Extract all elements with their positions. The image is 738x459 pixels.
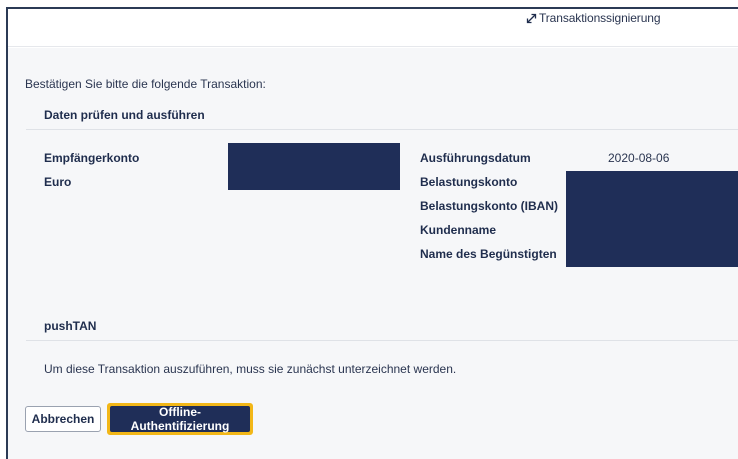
offline-authentication-button[interactable]: Offline-Authentifizierung bbox=[110, 405, 250, 433]
transaction-signing-link[interactable]: Transaktionssignierung bbox=[526, 11, 661, 25]
signing-note: Um diese Transaktion auszuführen, muss s… bbox=[44, 362, 457, 376]
customer-name-label: Kundenname bbox=[420, 223, 497, 237]
currency-label: Euro bbox=[44, 175, 72, 189]
redacted-account-block bbox=[566, 171, 738, 267]
recipient-account-label: Empfängerkonto bbox=[44, 151, 140, 165]
cancel-button[interactable]: Abbrechen bbox=[25, 406, 101, 432]
section-divider bbox=[26, 340, 738, 341]
dialog-body: Bestätigen Sie bitte die folgende Transa… bbox=[8, 48, 738, 459]
review-section-title: Daten prüfen und ausführen bbox=[44, 108, 205, 122]
transaction-dialog: Transaktionssignierung Bestätigen Sie bi… bbox=[6, 7, 738, 459]
execution-date-value: 2020-08-06 bbox=[608, 151, 670, 165]
pushtan-section-title: pushTAN bbox=[44, 319, 97, 333]
intro-text: Bestätigen Sie bitte die folgende Transa… bbox=[25, 77, 266, 91]
debit-iban-label: Belastungskonto (IBAN) bbox=[420, 199, 558, 213]
redacted-recipient-block bbox=[228, 143, 400, 190]
beneficiary-name-label: Name des Begünstigten bbox=[420, 247, 557, 261]
transaction-signing-label: Transaktionssignierung bbox=[539, 11, 661, 25]
dialog-header: Transaktionssignierung bbox=[8, 9, 738, 47]
expand-arrows-icon bbox=[526, 13, 537, 24]
offline-auth-focus-ring: Offline-Authentifizierung bbox=[107, 403, 253, 435]
section-divider bbox=[26, 129, 738, 130]
execution-date-label: Ausführungsdatum bbox=[420, 151, 531, 165]
debit-account-label: Belastungskonto bbox=[420, 175, 518, 189]
